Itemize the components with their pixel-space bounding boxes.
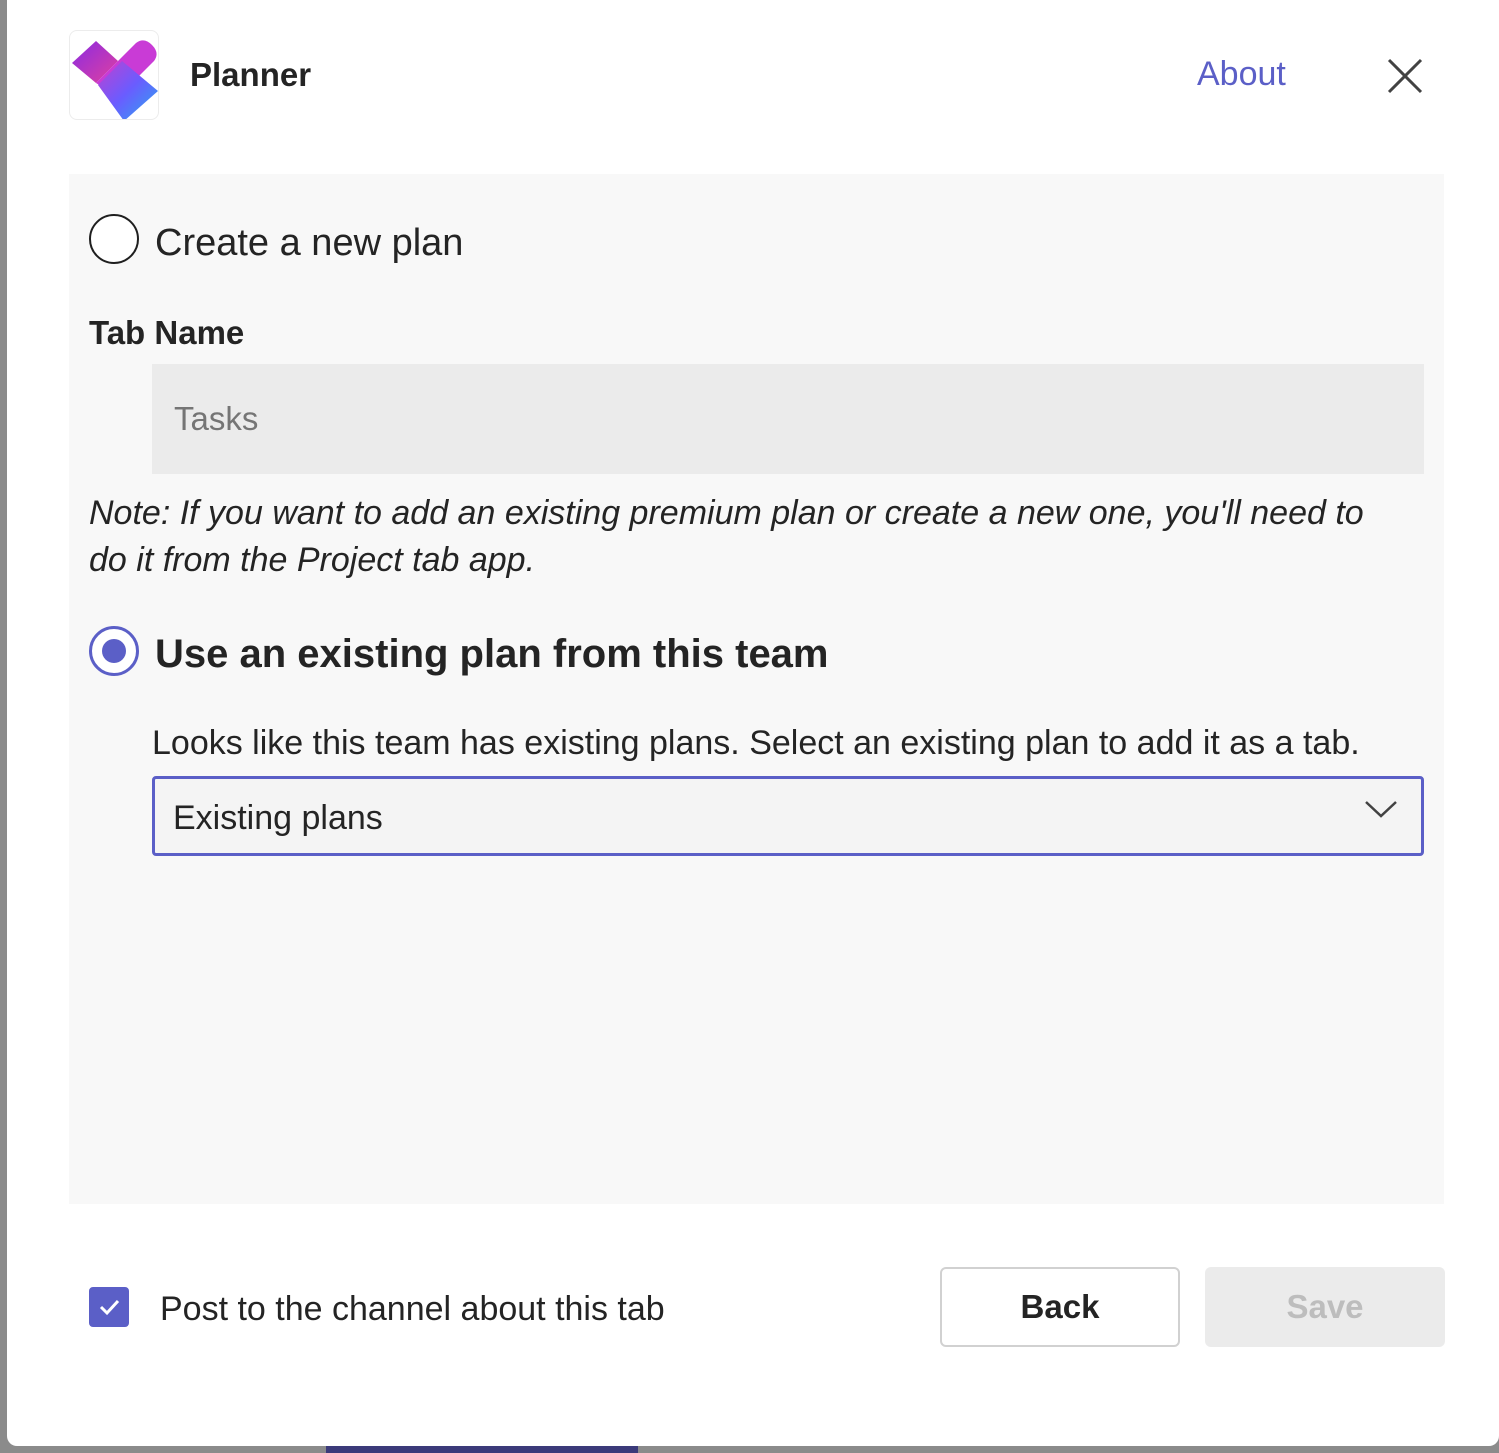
about-link[interactable]: About — [1197, 55, 1286, 94]
dialog-footer: Post to the channel about this tab Back … — [7, 1250, 1499, 1370]
existing-plans-hint: Looks like this team has existing plans.… — [152, 724, 1360, 762]
plan-options-panel: Create a new plan Tab Name Note: If you … — [69, 174, 1444, 1204]
post-to-channel-label[interactable]: Post to the channel about this tab — [160, 1290, 665, 1329]
premium-plan-note: Note: If you want to add an existing pre… — [89, 494, 1364, 579]
close-icon[interactable] — [1385, 56, 1425, 96]
planner-logo-icon — [69, 30, 159, 120]
post-to-channel-checkbox[interactable] — [89, 1287, 129, 1327]
back-button[interactable]: Back — [940, 1267, 1180, 1347]
create-new-plan-label[interactable]: Create a new plan — [155, 222, 463, 265]
tab-name-label: Tab Name — [89, 314, 245, 351]
existing-plans-dropdown[interactable]: Existing plans — [152, 776, 1424, 856]
create-new-plan-radio[interactable] — [89, 214, 139, 264]
use-existing-plan-radio[interactable] — [89, 626, 139, 676]
add-tab-dialog: Planner About Create a new plan Tab Name… — [7, 0, 1499, 1446]
existing-plans-dropdown-value: Existing plans — [173, 799, 383, 837]
checkmark-icon — [99, 1299, 120, 1316]
save-button[interactable]: Save — [1205, 1267, 1445, 1347]
use-existing-plan-label[interactable]: Use an existing plan from this team — [155, 632, 829, 677]
chevron-down-icon — [1363, 797, 1399, 821]
app-title: Planner — [190, 56, 312, 93]
tab-name-input[interactable] — [152, 364, 1424, 474]
dialog-header: Planner About — [7, 0, 1499, 150]
